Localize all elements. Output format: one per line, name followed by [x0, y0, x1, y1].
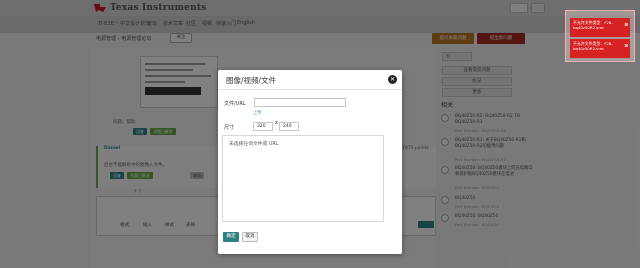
preview-placeholder: 未选择任何文件或 URL	[229, 142, 279, 147]
size-separator: x	[275, 120, 278, 126]
insert-media-dialog: 图像/视频/文件 ✕ 文件/URL 上传 尺寸 320 x 240 未选择任何文…	[218, 70, 402, 254]
cancel-button[interactable]: 取消	[242, 232, 258, 242]
ok-button[interactable]: 确定	[223, 232, 239, 242]
dialog-title: 图像/视频/文件	[226, 76, 277, 85]
error-toast-text: 不允许文件类型：F28-bq40z50R2.srec	[573, 20, 613, 30]
close-icon[interactable]: ✕	[388, 75, 397, 84]
url-input[interactable]	[254, 98, 346, 107]
media-preview: 未选择任何文件或 URL	[222, 135, 384, 222]
dialog-divider	[218, 89, 402, 90]
close-icon[interactable]: ⊠	[624, 23, 628, 28]
error-toast: 不允许文件类型：F28-bq40z50R2.srec ⊠	[570, 18, 630, 37]
width-input[interactable]: 320	[253, 122, 273, 131]
upload-link[interactable]: 上传	[253, 110, 262, 116]
close-icon[interactable]: ⊠	[624, 44, 628, 49]
height-input[interactable]: 240	[279, 122, 299, 131]
error-toast-text: 不允许文件类型：F28-bq40z50R2.srec	[573, 41, 613, 51]
size-label: 尺寸	[224, 125, 235, 131]
url-label: 文件/URL	[224, 101, 246, 107]
error-toast: 不允许文件类型：F28-bq40z50R2.srec ⊠	[570, 39, 630, 58]
